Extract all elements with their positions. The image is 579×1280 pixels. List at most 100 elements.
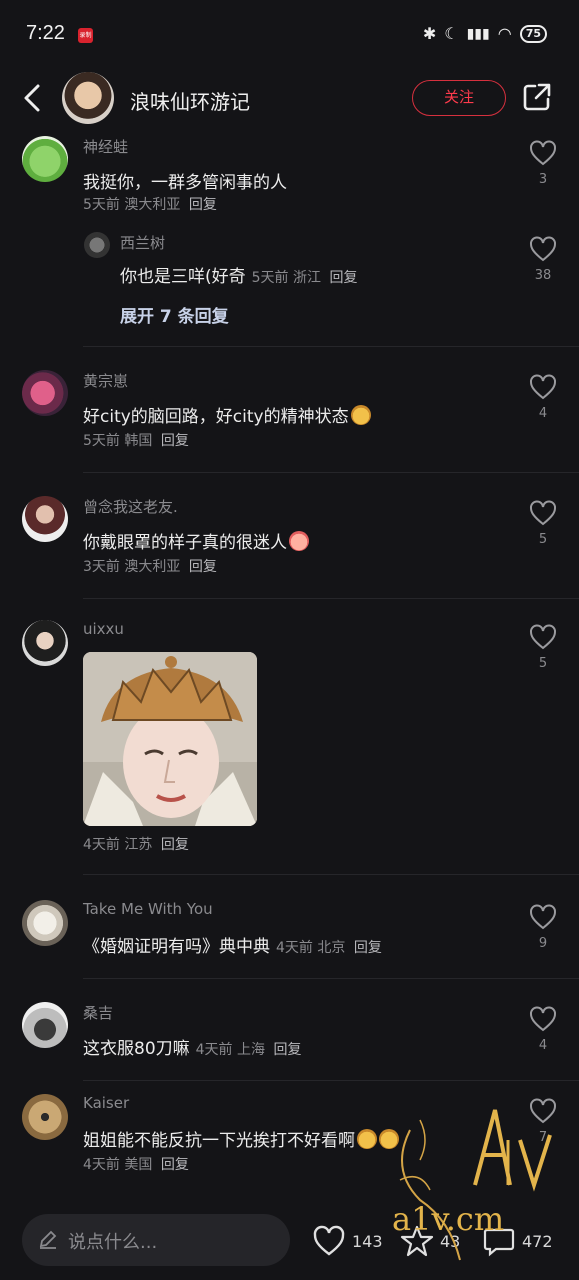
heart-icon: [313, 1225, 345, 1256]
like-stat-button[interactable]: 143: [312, 1224, 383, 1258]
divider: [83, 978, 579, 979]
profile-header: 浪味仙环游记 关注: [0, 70, 579, 132]
commenter-name[interactable]: 曾念我这老友.: [83, 496, 178, 517]
commenter-avatar[interactable]: [22, 620, 68, 666]
comment-text: 好city的脑回路，好city的精神状态: [83, 402, 371, 427]
like-button[interactable]: 7: [528, 1098, 558, 1145]
reply-meta: 5天前 浙江 回复: [251, 270, 358, 286]
chick-emoji-icon: [357, 1129, 377, 1149]
comment-text: 姐姐能不能反抗一下光挨打不好看啊: [83, 1126, 399, 1151]
status-time: 7:22: [26, 22, 65, 44]
divider: [83, 1080, 579, 1081]
comment-region: 韩国: [124, 433, 153, 449]
heart-icon[interactable]: [529, 500, 557, 526]
wifi-icon: ◠: [497, 24, 512, 43]
comment-input[interactable]: 说点什么...: [22, 1214, 290, 1266]
like-button[interactable]: 4: [528, 374, 558, 421]
comment-text: 这衣服80刀嘛: [83, 1039, 190, 1059]
reply-button[interactable]: 回复: [189, 197, 217, 213]
reply-button[interactable]: 回复: [329, 270, 357, 286]
commenter-name[interactable]: 神经蛙: [83, 136, 128, 157]
comment-region: 澳大利亚: [124, 559, 181, 575]
divider: [83, 346, 579, 347]
status-icons: ✱ ☾ ▮▮▮ ◠ 75: [423, 24, 547, 43]
heart-icon[interactable]: [529, 140, 557, 166]
like-button[interactable]: 4: [528, 1006, 558, 1053]
commenter-name[interactable]: 桑吉: [83, 1002, 113, 1023]
expand-replies-button[interactable]: 展开 7 条回复: [120, 302, 229, 327]
comment-meta: 3天前 澳大利亚 回复: [83, 556, 217, 576]
heart-icon[interactable]: [529, 374, 557, 400]
commenter-avatar[interactable]: [22, 1002, 68, 1048]
commenter-name[interactable]: 黄宗崽: [83, 370, 128, 391]
chick-emoji-icon: [379, 1129, 399, 1149]
comment-time: 4天前: [83, 837, 120, 853]
replier-avatar[interactable]: [84, 232, 110, 258]
reply-button[interactable]: 回复: [161, 1157, 189, 1173]
replier-name[interactable]: 西兰树: [120, 232, 165, 253]
recording-badge: 录制: [78, 28, 93, 43]
comment-region: 江苏: [124, 837, 153, 853]
reply-button[interactable]: 回复: [161, 837, 189, 853]
comment-text-line: 这衣服80刀嘛 4天前 上海 回复: [83, 1034, 301, 1059]
comment-meta: 4天前 美国 回复: [83, 1154, 189, 1174]
status-bar: 7:22 录制 ✱ ☾ ▮▮▮ ◠ 75: [0, 0, 579, 70]
moon-icon: ☾: [444, 24, 459, 43]
commenter-avatar[interactable]: [22, 1094, 68, 1140]
reply-text: 你也是三咩(好奇: [120, 267, 246, 287]
heart-icon[interactable]: [529, 624, 557, 650]
reply-button[interactable]: 回复: [161, 433, 189, 449]
commenter-avatar[interactable]: [22, 496, 68, 542]
like-button[interactable]: 5: [528, 500, 558, 547]
like-count: 4: [538, 1038, 548, 1053]
like-button[interactable]: 5: [528, 624, 558, 671]
reply-button[interactable]: 回复: [189, 559, 217, 575]
bluetooth-icon: ✱: [422, 24, 437, 43]
pencil-icon: [39, 1230, 57, 1249]
comment-text: 你戴眼罩的样子真的很迷人: [83, 528, 309, 553]
commenter-avatar[interactable]: [22, 136, 68, 182]
back-arrow-icon[interactable]: [18, 80, 48, 116]
like-count: 9: [538, 936, 548, 951]
commenter-avatar[interactable]: [22, 370, 68, 416]
comment-input-placeholder: 说点什么...: [68, 1232, 158, 1253]
comment-total: 472: [522, 1231, 553, 1251]
author-name[interactable]: 浪味仙环游记: [130, 86, 250, 115]
author-avatar[interactable]: [62, 72, 114, 124]
follow-button[interactable]: 关注: [412, 80, 506, 116]
comment-region: 美国: [124, 1157, 153, 1173]
comment-region: 澳大利亚: [124, 197, 181, 213]
reply-button[interactable]: 回复: [273, 1042, 301, 1058]
comment-time: 5天前: [83, 197, 120, 213]
signal-icon: ▮▮▮: [466, 25, 490, 42]
like-button[interactable]: 9: [528, 904, 558, 951]
watermark-site: a1v.cm: [392, 1200, 505, 1238]
comment-text-line: 《婚姻证明有吗》典中典 4天前 北京 回复: [83, 932, 382, 957]
reply-text-line: 你也是三咩(好奇 5天前 浙江 回复: [120, 262, 357, 287]
like-total: 143: [352, 1231, 383, 1251]
heart-icon[interactable]: [529, 1006, 557, 1032]
comment-time: 3天前: [83, 559, 120, 575]
share-icon[interactable]: [522, 82, 552, 112]
like-button[interactable]: 38: [528, 236, 558, 283]
commenter-name[interactable]: uixxu: [83, 620, 124, 638]
heart-icon[interactable]: [529, 904, 557, 930]
heart-icon[interactable]: [529, 236, 557, 262]
like-count: 38: [534, 268, 552, 283]
like-count: 5: [538, 532, 548, 547]
reply-button[interactable]: 回复: [354, 940, 382, 956]
divider: [83, 598, 579, 599]
comment-text: 《婚姻证明有吗》典中典: [83, 937, 270, 957]
comment-text: 我挺你，一群多管闲事的人: [83, 173, 287, 193]
like-count: 7: [538, 1130, 548, 1145]
comment-image[interactable]: [83, 652, 257, 826]
comment-meta: 5天前 韩国 回复: [83, 430, 189, 450]
commenter-name[interactable]: Take Me With You: [83, 900, 213, 918]
statue-face-image: [83, 652, 257, 826]
commenter-avatar[interactable]: [22, 900, 68, 946]
heart-icon[interactable]: [529, 1098, 557, 1124]
like-button[interactable]: 3: [528, 140, 558, 187]
comment-time: 5天前: [83, 433, 120, 449]
commenter-name[interactable]: Kaiser: [83, 1094, 129, 1112]
peach-emoji-icon: [289, 531, 309, 551]
